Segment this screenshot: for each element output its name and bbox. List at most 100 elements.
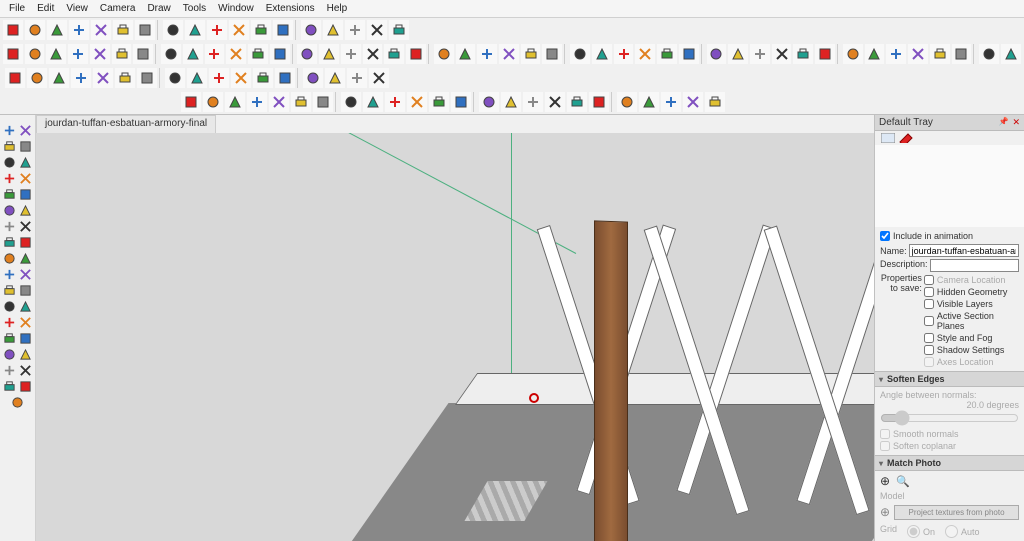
scale-button[interactable] xyxy=(183,44,203,64)
extrude-button[interactable] xyxy=(384,44,404,64)
3dwarehouse-button[interactable] xyxy=(273,20,293,40)
tray-header[interactable]: Default Tray 📌 ✕ xyxy=(875,115,1024,131)
soften-edges-header[interactable]: ▾ Soften Edges xyxy=(875,371,1024,387)
fog-button[interactable] xyxy=(635,44,655,64)
pan-button[interactable] xyxy=(407,92,427,112)
styles-button[interactable] xyxy=(707,44,727,64)
pluginA-button[interactable] xyxy=(793,44,813,64)
zoomext-tool[interactable] xyxy=(18,347,33,362)
doc-save-button[interactable] xyxy=(47,20,67,40)
tb-d-button[interactable] xyxy=(71,68,91,88)
layers-button[interactable] xyxy=(657,44,677,64)
project-textures-button[interactable]: Project textures from photo xyxy=(894,505,1019,520)
outliner-button[interactable] xyxy=(679,44,699,64)
eraser-tool[interactable] xyxy=(2,219,17,234)
dims-button[interactable] xyxy=(661,92,681,112)
guides-button[interactable] xyxy=(705,92,725,112)
offset-button[interactable] xyxy=(205,44,225,64)
paint-tool[interactable] xyxy=(2,283,17,298)
copy-button[interactable] xyxy=(135,20,155,40)
menu-camera[interactable]: Camera xyxy=(95,2,141,15)
group3-button[interactable] xyxy=(477,44,497,64)
scenes-button[interactable] xyxy=(728,44,748,64)
grid-on-radio[interactable]: On xyxy=(907,524,935,539)
materials-button[interactable] xyxy=(341,92,361,112)
scenes-list-area[interactable] xyxy=(875,145,1024,227)
section-tool[interactable] xyxy=(2,315,17,330)
knife-button[interactable] xyxy=(247,92,267,112)
tape-button[interactable] xyxy=(248,44,268,64)
pan-tool[interactable] xyxy=(2,331,17,346)
material-button[interactable] xyxy=(341,44,361,64)
tape-tool[interactable] xyxy=(18,219,33,234)
zoom-tool[interactable] xyxy=(18,331,33,346)
play-button[interactable] xyxy=(865,44,885,64)
2ptarc-tool[interactable] xyxy=(18,187,33,202)
wrench-button[interactable] xyxy=(367,20,387,40)
rotrect-tool[interactable] xyxy=(18,155,33,170)
walkthrough-button[interactable] xyxy=(406,44,426,64)
top-button[interactable] xyxy=(617,92,637,112)
prop-layers[interactable]: Visible Layers xyxy=(924,298,1019,310)
look-tool[interactable] xyxy=(18,363,33,378)
section-button[interactable] xyxy=(363,92,383,112)
tb-b-button[interactable] xyxy=(27,68,47,88)
line-tool[interactable] xyxy=(2,139,17,154)
tb-p-button[interactable] xyxy=(347,68,367,88)
dim-tool[interactable] xyxy=(2,299,17,314)
scene-desc-input[interactable] xyxy=(930,259,1019,272)
orbit-tool[interactable] xyxy=(18,315,33,330)
freehand-tool[interactable] xyxy=(18,139,33,154)
polygon-tool[interactable] xyxy=(18,171,33,186)
iso-button[interactable] xyxy=(501,92,521,112)
dim-button[interactable] xyxy=(297,44,317,64)
menu-edit[interactable]: Edit xyxy=(32,2,59,15)
text-tool[interactable] xyxy=(18,283,33,298)
addloc-button[interactable] xyxy=(301,20,321,40)
tb-n-button[interactable] xyxy=(303,68,323,88)
redo-button[interactable] xyxy=(91,20,111,40)
component-button[interactable] xyxy=(750,44,770,64)
tb-a-button[interactable] xyxy=(5,68,25,88)
move-button[interactable] xyxy=(226,44,246,64)
text-button[interactable] xyxy=(270,44,290,64)
circle-tool[interactable] xyxy=(2,171,17,186)
tb-j-button[interactable] xyxy=(209,68,229,88)
menu-draw[interactable]: Draw xyxy=(142,2,175,15)
select-button[interactable] xyxy=(3,44,23,64)
prop-style[interactable]: Style and Fog xyxy=(924,332,1019,344)
tb-g-button[interactable] xyxy=(137,68,157,88)
paste-button[interactable] xyxy=(163,20,183,40)
menu-file[interactable]: File xyxy=(4,2,30,15)
circle-button[interactable] xyxy=(112,44,132,64)
pluginC-button[interactable] xyxy=(843,44,863,64)
bottom-button[interactable] xyxy=(639,92,659,112)
paint-button[interactable] xyxy=(319,44,339,64)
extB-button[interactable] xyxy=(1001,44,1021,64)
front-button[interactable] xyxy=(523,92,543,112)
model-info-button[interactable] xyxy=(229,20,249,40)
3ptarc-tool[interactable] xyxy=(2,203,17,218)
layers2-button[interactable] xyxy=(269,92,289,112)
axes-tool[interactable] xyxy=(18,299,33,314)
gear-button[interactable] xyxy=(389,20,409,40)
plus-icon[interactable]: ⊕ xyxy=(880,474,890,488)
preview-button[interactable] xyxy=(323,20,343,40)
tb-c-button[interactable] xyxy=(49,68,69,88)
tb-l-button[interactable] xyxy=(253,68,273,88)
menu-window[interactable]: Window xyxy=(213,2,259,15)
zoom-button[interactable] xyxy=(429,92,449,112)
rubypanel-button[interactable] xyxy=(251,20,271,40)
curic-button[interactable] xyxy=(930,44,950,64)
prop-planes[interactable]: Active Section Planes xyxy=(924,310,1019,332)
push-tool[interactable] xyxy=(2,235,17,250)
select-tool[interactable] xyxy=(2,123,17,138)
tb-h-button[interactable] xyxy=(165,68,185,88)
include-animation-checkbox[interactable]: Include in animation xyxy=(880,230,1019,242)
tb-k-button[interactable] xyxy=(231,68,251,88)
followme-tool[interactable] xyxy=(18,267,33,282)
soften-coplanar[interactable]: Soften coplanar xyxy=(880,440,1019,452)
group4-button[interactable] xyxy=(499,44,519,64)
push-button[interactable] xyxy=(133,44,153,64)
doc-new-button[interactable] xyxy=(3,20,23,40)
